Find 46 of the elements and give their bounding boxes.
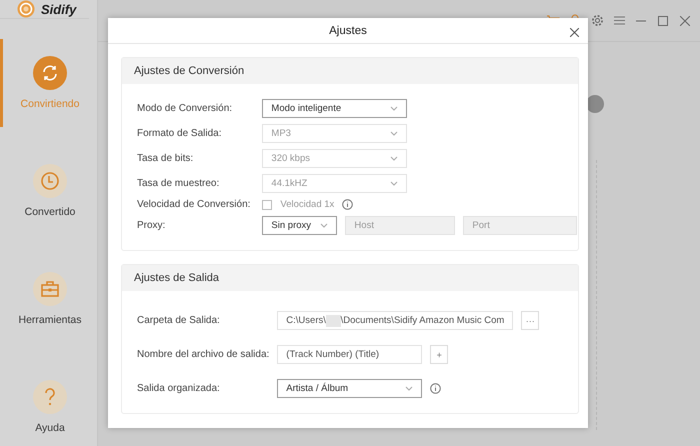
- chevron-icon: [390, 106, 398, 111]
- field-label: Modo de Conversión:: [137, 103, 234, 114]
- checkbox-label: Velocidad 1x: [280, 199, 334, 210]
- dropdown[interactable]: Artista / Álbum: [277, 379, 422, 398]
- chevron-icon: [320, 223, 328, 228]
- logo-icon: [17, 0, 35, 18]
- browse-button[interactable]: ···: [521, 311, 540, 330]
- dropdown[interactable]: Modo inteligente: [262, 99, 408, 118]
- checkbox[interactable]: [262, 200, 272, 210]
- close-icon[interactable]: [678, 14, 692, 28]
- path-text: C:\Users\: [286, 315, 326, 326]
- section-title: Ajustes de Conversión: [134, 65, 244, 77]
- field-label: Formato de Salida:: [137, 128, 222, 139]
- maximize-icon[interactable]: [656, 14, 670, 28]
- toolbox-icon: [40, 280, 60, 298]
- sidebar-item[interactable]: Herramientas: [0, 255, 97, 343]
- question-icon: [44, 387, 56, 407]
- chevron-icon: [390, 131, 398, 136]
- field-label: Carpeta de Salida:: [137, 315, 221, 326]
- sync-icon: [41, 64, 59, 82]
- chevron-icon: [390, 156, 398, 161]
- field-label: Tasa de bits:: [137, 153, 194, 164]
- menu-icon[interactable]: [612, 14, 626, 28]
- path-text: \Documents\Sidify Amazon Music Com: [340, 315, 504, 326]
- chevron-icon: [390, 181, 398, 186]
- folder-path-field[interactable]: C:\Users\ \Documents\Sidify Amazon Music Com: [277, 311, 514, 330]
- info-icon[interactable]: [342, 199, 354, 210]
- add-button[interactable]: +: [430, 345, 448, 364]
- field-label: Proxy:: [137, 220, 166, 231]
- section-title: Ajustes de Salida: [134, 272, 219, 284]
- info-icon[interactable]: [430, 383, 442, 394]
- filename-field[interactable]: (Track Number) (Title): [277, 345, 422, 364]
- sidebar-item[interactable]: Convertido: [0, 147, 97, 235]
- proxy-dropdown[interactable]: Sin proxy: [262, 216, 338, 235]
- settings-icon[interactable]: [590, 14, 604, 28]
- dialog-title: Ajustes: [329, 24, 367, 36]
- sidebar-item[interactable]: Ayuda: [0, 363, 97, 446]
- close-icon[interactable]: [569, 25, 580, 36]
- chevron-icon: [405, 386, 414, 391]
- field-label: Tasa de muestreo:: [137, 178, 220, 189]
- clock-icon: [40, 171, 60, 191]
- field-label: Velocidad de Conversión:: [137, 199, 250, 210]
- field-label: Salida organizada:: [137, 383, 221, 394]
- app-name: Sidify: [41, 2, 76, 16]
- field-label: Nombre del archivo de salida:: [137, 349, 270, 360]
- blurred-text: [326, 314, 341, 326]
